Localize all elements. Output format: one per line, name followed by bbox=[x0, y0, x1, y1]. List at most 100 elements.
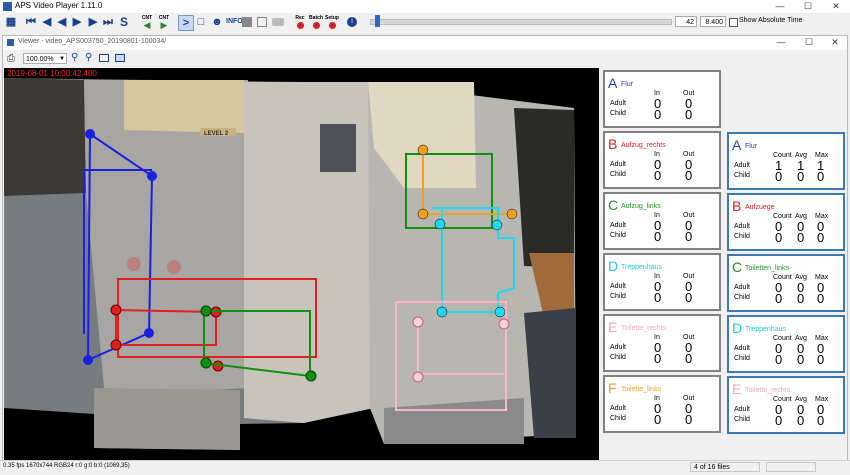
child-label: Child bbox=[610, 171, 626, 178]
person-tool-icon[interactable]: ☻ bbox=[210, 15, 224, 29]
child-label: Child bbox=[734, 294, 750, 301]
in-out-panel: A Flur In Out Adult Child 0 0 0 0 bbox=[603, 70, 721, 128]
zone-d-vertex[interactable] bbox=[491, 219, 503, 231]
timeline-slider[interactable] bbox=[370, 19, 672, 25]
setup-button[interactable]: Setup bbox=[324, 15, 340, 30]
child-max-value: 0 bbox=[817, 169, 825, 184]
time-field[interactable]: 8.400 bbox=[700, 16, 726, 27]
zone-f-vertex[interactable] bbox=[417, 144, 429, 156]
zoom-out-icon[interactable]: ⚲ bbox=[85, 52, 92, 63]
step-forward-icon[interactable]: ▶ bbox=[70, 15, 84, 29]
step-back-icon[interactable]: ◀ bbox=[55, 15, 69, 29]
right-window-frame bbox=[514, 108, 574, 268]
child-label: Child bbox=[610, 354, 626, 361]
viewer-close-button[interactable]: ✕ bbox=[821, 36, 849, 50]
left-wall-shadow bbox=[4, 78, 86, 196]
child-out-value: 0 bbox=[685, 229, 693, 244]
zone-e-vertex[interactable] bbox=[412, 316, 424, 328]
zone-name: Aufzug_rechts bbox=[621, 142, 666, 149]
cnt-back-button[interactable]: CNT ◀ bbox=[140, 15, 154, 30]
zone-c-vertex[interactable] bbox=[200, 357, 212, 369]
camera-frame: LEVEL 2 bbox=[4, 78, 576, 450]
info-button[interactable]: INFO bbox=[226, 18, 243, 25]
select-tool-icon[interactable]: > bbox=[178, 15, 194, 31]
zone-f-vertex[interactable] bbox=[506, 208, 518, 220]
batch-button[interactable]: Batch bbox=[308, 15, 324, 30]
zone-d-vertex[interactable] bbox=[434, 218, 446, 230]
in-out-panel: E Toilette_rechts In Out Adult Child 0 0 0 0 bbox=[603, 314, 721, 372]
zone-e-vertex[interactable] bbox=[498, 318, 510, 330]
viewer-title: Viewer - video_APS003750_20190801-100034… bbox=[18, 38, 167, 45]
zone-b-vertex[interactable] bbox=[110, 304, 122, 316]
frame-icon[interactable] bbox=[257, 17, 267, 27]
show-absolute-time-checkbox[interactable] bbox=[729, 18, 738, 27]
child-label: Child bbox=[734, 172, 750, 179]
print-icon[interactable]: ⎙ bbox=[7, 53, 15, 64]
app-icon bbox=[3, 2, 12, 11]
zone-f-vertex[interactable] bbox=[417, 208, 429, 220]
zoom-select[interactable]: 100.00% ▼ bbox=[23, 53, 67, 64]
first-frame-icon[interactable]: ⏮ bbox=[24, 15, 38, 29]
child-out-value: 0 bbox=[685, 412, 693, 427]
show-absolute-time-label: Show Absolute Time bbox=[739, 17, 803, 24]
zone-name: Treppenhaus bbox=[745, 326, 786, 333]
minimize-button[interactable]: — bbox=[766, 0, 794, 13]
zone-a-vertex[interactable] bbox=[85, 129, 95, 139]
rec-label: Rec bbox=[295, 15, 305, 21]
fit-window-icon[interactable] bbox=[99, 54, 109, 62]
timestamp-overlay: 2019-08-01 10:00:42.400 bbox=[7, 69, 97, 78]
film-icon[interactable] bbox=[272, 18, 284, 26]
maximize-button[interactable]: ☐ bbox=[794, 0, 822, 13]
child-out-value: 0 bbox=[685, 168, 693, 183]
adult-label: Adult bbox=[610, 344, 626, 351]
ceiling-light-left bbox=[124, 80, 244, 133]
zone-a-vertex[interactable] bbox=[83, 355, 93, 365]
viewer-maximize-button[interactable]: ☐ bbox=[795, 36, 823, 50]
zone-c-vertex[interactable] bbox=[200, 305, 212, 317]
zone-e-vertex[interactable] bbox=[412, 371, 424, 383]
adult-label: Adult bbox=[610, 405, 626, 412]
skip-back-icon[interactable]: ◀​ bbox=[40, 15, 54, 29]
viewer-minimize-button[interactable]: — bbox=[767, 36, 795, 50]
frame-number-field[interactable]: 42 bbox=[675, 16, 697, 27]
rec-button[interactable]: Rec bbox=[293, 15, 307, 30]
child-in-value: 0 bbox=[654, 229, 662, 244]
cnt-forward-button[interactable]: CNT ▶ bbox=[157, 15, 171, 30]
batch-label: Batch bbox=[309, 15, 323, 21]
zone-b-vertex[interactable] bbox=[110, 339, 122, 351]
zone-a-vertex[interactable] bbox=[147, 171, 157, 181]
zone-name: Flur bbox=[621, 81, 634, 88]
play-icon[interactable]: ▶ bbox=[86, 15, 100, 29]
adult-label: Adult bbox=[734, 223, 750, 230]
child-label: Child bbox=[734, 233, 750, 240]
zone-c-vertex[interactable] bbox=[305, 370, 317, 382]
adult-label: Adult bbox=[610, 100, 626, 107]
timeline-thumb[interactable] bbox=[375, 15, 380, 27]
zone-a-vertex[interactable] bbox=[144, 328, 154, 338]
zone-name: Aufzug_links bbox=[621, 203, 661, 210]
level-sign-text: LEVEL 2 bbox=[204, 131, 229, 137]
zone-tool-icon[interactable]: □ bbox=[194, 15, 208, 29]
child-in-value: 0 bbox=[654, 290, 662, 305]
child-out-value: 0 bbox=[685, 290, 693, 305]
zoom-in-icon[interactable]: ⚲ bbox=[71, 52, 78, 63]
zone-d-vertex[interactable] bbox=[436, 306, 448, 318]
stop-icon[interactable] bbox=[242, 17, 252, 27]
child-max-value: 0 bbox=[817, 230, 825, 245]
child-in-value: 0 bbox=[654, 351, 662, 366]
vent-grill bbox=[320, 124, 356, 172]
child-count-value: 0 bbox=[775, 291, 783, 306]
in-out-panel: D Treppenhaus In Out Adult Child 0 0 0 0 bbox=[603, 253, 721, 311]
open-icon[interactable]: ▦ bbox=[4, 15, 18, 29]
close-button[interactable]: ✕ bbox=[822, 0, 850, 13]
actual-size-icon[interactable] bbox=[115, 54, 125, 62]
snapshot-button[interactable]: S bbox=[117, 15, 131, 29]
camera-view[interactable]: LEVEL 2 2019-08-01 10:00:42.400 bbox=[4, 68, 599, 475]
zone-name: Toiletten_links bbox=[745, 265, 789, 272]
viewer-window: Viewer - video_APS003750_20190801-100034… bbox=[2, 35, 849, 475]
about-icon[interactable]: i bbox=[347, 17, 357, 27]
last-frame-icon[interactable]: ⏭ bbox=[101, 15, 115, 29]
adult-label: Adult bbox=[734, 345, 750, 352]
zone-name: Treppenhaus bbox=[621, 264, 662, 271]
zone-d-vertex[interactable] bbox=[494, 306, 506, 318]
